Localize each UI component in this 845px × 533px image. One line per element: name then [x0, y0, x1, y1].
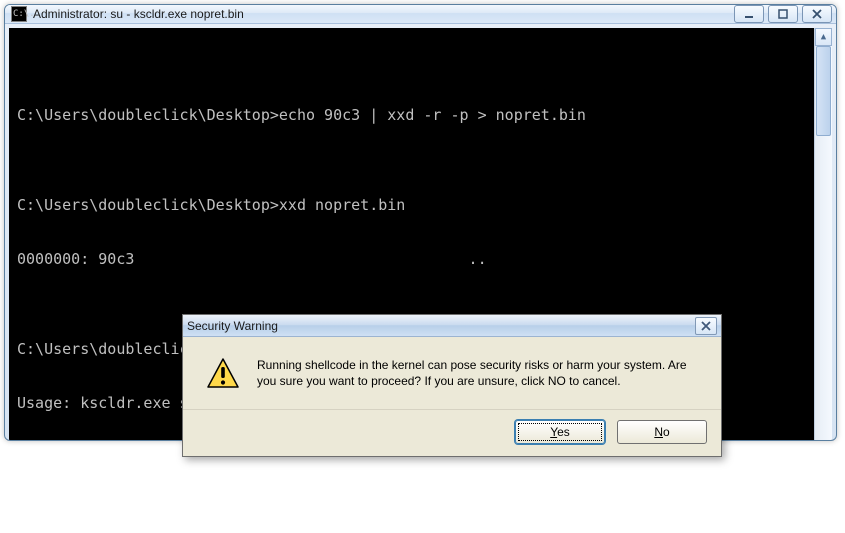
scroll-track[interactable] [815, 46, 832, 441]
console-title: Administrator: su - kscldr.exe nopret.bi… [33, 7, 728, 21]
no-mnemonic: N [654, 425, 663, 439]
no-rest: o [663, 425, 670, 439]
dialog-message: Running shellcode in the kernel can pose… [257, 357, 699, 391]
scroll-thumb[interactable] [816, 46, 831, 136]
maximize-icon [777, 9, 789, 19]
dialog-close-button[interactable] [695, 317, 717, 335]
console-line: C:\Users\doubleclick\Desktop>xxd nopret.… [17, 196, 824, 214]
scroll-up-button[interactable]: ▲ [815, 28, 832, 46]
console-titlebar[interactable]: C:\. Administrator: su - kscldr.exe nopr… [5, 5, 836, 24]
window-button-group [734, 5, 832, 23]
security-warning-dialog: Security Warning Running shellcode in th… [182, 314, 722, 457]
close-icon [811, 9, 823, 19]
yes-rest: es [557, 425, 570, 439]
close-icon [700, 321, 712, 331]
close-button[interactable] [802, 5, 832, 23]
dialog-body: Running shellcode in the kernel can pose… [183, 337, 721, 409]
dialog-button-row: Yes No [183, 409, 721, 456]
console-scrollbar[interactable]: ▲ ▼ [814, 28, 832, 441]
maximize-button[interactable] [768, 5, 798, 23]
dialog-titlebar[interactable]: Security Warning [183, 315, 721, 337]
warning-icon [205, 357, 241, 391]
dialog-title: Security Warning [187, 319, 689, 333]
no-button[interactable]: No [617, 420, 707, 444]
minimize-icon [743, 9, 755, 19]
minimize-button[interactable] [734, 5, 764, 23]
console-line: 0000000: 90c3 .. [17, 250, 824, 268]
yes-button[interactable]: Yes [515, 420, 605, 444]
console-line: C:\Users\doubleclick\Desktop>echo 90c3 |… [17, 106, 824, 124]
cmd-icon: C:\. [11, 6, 27, 22]
